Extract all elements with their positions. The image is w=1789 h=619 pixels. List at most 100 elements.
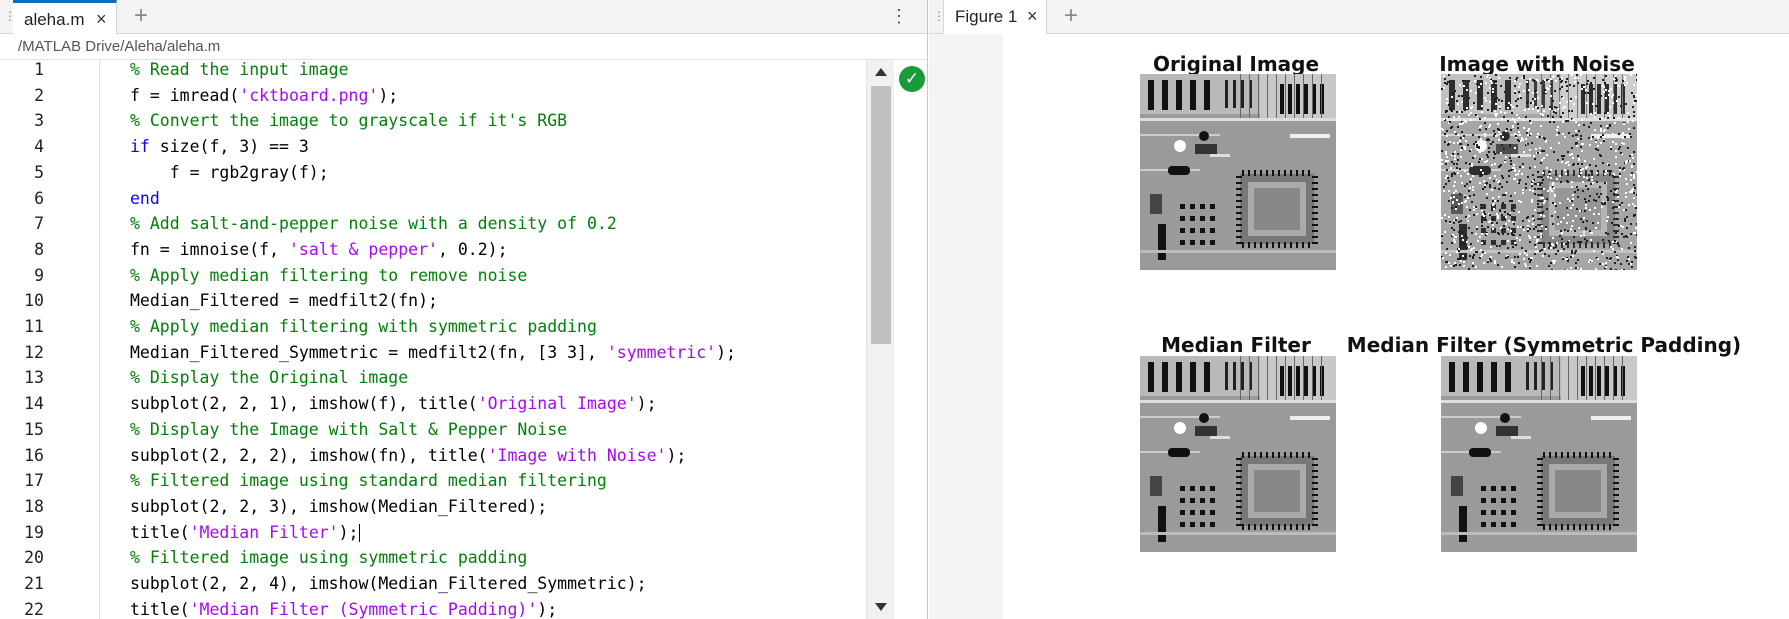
subplot-image[interactable]: [1140, 356, 1336, 552]
code-line[interactable]: 11 % Apply median filtering with symmetri…: [0, 315, 870, 341]
code-string: 'symmetric': [606, 342, 717, 362]
code-status-check-icon[interactable]: ✓: [899, 66, 925, 92]
code-token: );: [537, 599, 558, 619]
line-number: 15: [24, 419, 44, 439]
code-token: );: [636, 394, 657, 414]
code-line[interactable]: 6 end: [0, 187, 870, 213]
line-number: 9: [34, 265, 44, 285]
code-line[interactable]: 19 title('Median Filter');: [0, 521, 870, 547]
code-comment: % Display the Image with Salt & Pepper N…: [130, 419, 568, 439]
code-text[interactable]: if size(f, 3) == 3: [130, 137, 309, 156]
line-number: 11: [24, 317, 44, 336]
code-line[interactable]: 12 Median_Filtered_Symmetric = medfilt2(f…: [0, 341, 870, 367]
code-text[interactable]: title('Median Filter');: [130, 523, 360, 543]
scroll-up-icon[interactable]: [875, 68, 887, 76]
subplot-image[interactable]: [1441, 356, 1637, 552]
code-comment: % Convert the image to grayscale if it's…: [130, 111, 568, 131]
code-line[interactable]: 8 fn = imnoise(f, 'salt & pepper', 0.2);: [0, 238, 870, 264]
close-icon[interactable]: ×: [96, 10, 107, 28]
code-token: subplot(2, 2, 4), imshow(Median_Filtered…: [130, 574, 647, 593]
code-text[interactable]: subplot(2, 2, 3), imshow(Median_Filtered…: [130, 497, 547, 516]
code-token: f = imread(: [130, 85, 240, 105]
code-text[interactable]: subplot(2, 2, 4), imshow(Median_Filtered…: [130, 574, 647, 593]
code-keyword: if: [130, 137, 150, 157]
line-number: 8: [34, 239, 44, 259]
code-line[interactable]: 22 title('Median Filter (Symmetric Paddin…: [0, 598, 870, 619]
code-text[interactable]: % Display the Image with Salt & Pepper N…: [130, 420, 567, 439]
line-number: 17: [24, 471, 44, 491]
code-line[interactable]: 13 % Display the Original image: [0, 366, 870, 392]
code-text[interactable]: % Apply median filtering with symmetric …: [130, 317, 597, 336]
code-text[interactable]: % Convert the image to grayscale if it's…: [130, 111, 567, 130]
code-comment: % Apply median filtering with symmetric …: [130, 317, 597, 336]
code-text[interactable]: f = imread('cktboard.png');: [130, 86, 398, 105]
code-line[interactable]: 5 f = rgb2gray(f);: [0, 161, 870, 187]
tab-aleha-m[interactable]: aleha.m ×: [13, 0, 117, 34]
code-text[interactable]: f = rgb2gray(f);: [130, 163, 329, 182]
code-token: , 0.2);: [437, 239, 508, 259]
line-number: 2: [34, 85, 44, 105]
code-text[interactable]: subplot(2, 2, 1), imshow(f), title('Orig…: [130, 394, 657, 413]
code-text[interactable]: Median_Filtered_Symmetric = medfilt2(fn,…: [130, 343, 736, 362]
code-line[interactable]: 2 f = imread('cktboard.png');: [0, 84, 870, 110]
code-token: size(f, 3) == 3: [149, 137, 309, 157]
code-token: title(: [130, 599, 190, 619]
code-comment: % Apply median filtering to remove noise: [130, 265, 528, 285]
more-options-icon[interactable]: ⋮: [890, 6, 908, 26]
line-number: 10: [24, 291, 44, 311]
code-line[interactable]: 4 if size(f, 3) == 3: [0, 135, 870, 161]
code-line[interactable]: 10 Median_Filtered = medfilt2(fn);: [0, 289, 870, 315]
line-number: 16: [24, 445, 44, 465]
code-text[interactable]: % Read the input image: [130, 60, 349, 79]
grip-icon[interactable]: ⋮: [4, 8, 16, 24]
figure-axes-area: Original Image Image with Noise Median Fil…: [929, 0, 1789, 619]
scrollbar-thumb[interactable]: [871, 86, 891, 344]
line-number: 18: [24, 496, 44, 516]
code-text[interactable]: Median_Filtered = medfilt2(fn);: [130, 291, 438, 310]
code-token: Median_Filtered_Symmetric = medfilt2(fn,…: [130, 342, 607, 362]
code-text[interactable]: % Filtered image using standard median f…: [130, 471, 607, 490]
code-string: 'Median Filter (Symmetric Padding)': [189, 599, 538, 619]
vertical-scrollbar[interactable]: [866, 60, 894, 619]
subplot-image[interactable]: [1140, 74, 1336, 270]
text-cursor: [358, 524, 360, 543]
code-comment: % Read the input image: [130, 60, 349, 79]
file-path-bar: /MATLAB Drive/Aleha/aleha.m: [0, 34, 927, 60]
code-line[interactable]: 20 % Filtered image using symmetric paddi…: [0, 546, 870, 572]
code-line[interactable]: 1 % Read the input image: [0, 60, 870, 84]
code-text[interactable]: fn = imnoise(f, 'salt & pepper', 0.2);: [130, 240, 508, 259]
code-editor[interactable]: 1 % Read the input image 2 f = imread('cktb…: [0, 60, 870, 619]
file-path: /MATLAB Drive/Aleha/aleha.m: [18, 38, 221, 55]
code-token: fn = imnoise(f,: [130, 239, 289, 259]
code-token: );: [716, 342, 736, 362]
code-token: subplot(2, 2, 2), imshow(fn), title(: [130, 445, 488, 465]
code-line[interactable]: 21 subplot(2, 2, 4), imshow(Median_Filter…: [0, 572, 870, 598]
line-number: 5: [34, 162, 44, 182]
code-text[interactable]: % Display the Original image: [130, 368, 408, 387]
scroll-down-icon[interactable]: [875, 603, 887, 611]
line-number: 14: [24, 394, 44, 414]
code-text[interactable]: % Add salt-and-pepper noise with a densi…: [130, 214, 617, 233]
code-line[interactable]: 9 % Apply median filtering to remove nois…: [0, 264, 870, 290]
line-number: 20: [24, 548, 44, 568]
subplot-image[interactable]: [1441, 74, 1637, 270]
add-tab-icon[interactable]: +: [134, 3, 148, 29]
code-line[interactable]: 3 % Convert the image to grayscale if it'…: [0, 109, 870, 135]
code-line[interactable]: 18 subplot(2, 2, 3), imshow(Median_Filter…: [0, 495, 870, 521]
code-line[interactable]: 15 % Display the Image with Salt & Pepper…: [0, 418, 870, 444]
code-text[interactable]: % Filtered image using symmetric padding: [130, 548, 527, 567]
code-token: f = rgb2gray(f);: [130, 162, 329, 182]
code-string: 'Median Filter': [189, 522, 339, 542]
line-number: 13: [24, 368, 44, 388]
editor-pane: ⋮ aleha.m × + ⋮ /MATLAB Drive/Aleha/aleh…: [0, 0, 928, 619]
code-text[interactable]: % Apply median filtering to remove noise: [130, 266, 527, 285]
line-number: 4: [34, 137, 44, 157]
code-line[interactable]: 14 subplot(2, 2, 1), imshow(f), title('Or…: [0, 392, 870, 418]
code-line[interactable]: 16 subplot(2, 2, 2), imshow(fn), title('I…: [0, 444, 870, 470]
code-text[interactable]: end: [130, 189, 160, 208]
code-line[interactable]: 17 % Filtered image using standard median…: [0, 469, 870, 495]
line-number: 3: [34, 111, 44, 131]
code-line[interactable]: 7 % Add salt-and-pepper noise with a dens…: [0, 212, 870, 238]
code-text[interactable]: title('Median Filter (Symmetric Padding)…: [130, 600, 557, 619]
code-text[interactable]: subplot(2, 2, 2), imshow(fn), title('Ima…: [130, 446, 686, 465]
